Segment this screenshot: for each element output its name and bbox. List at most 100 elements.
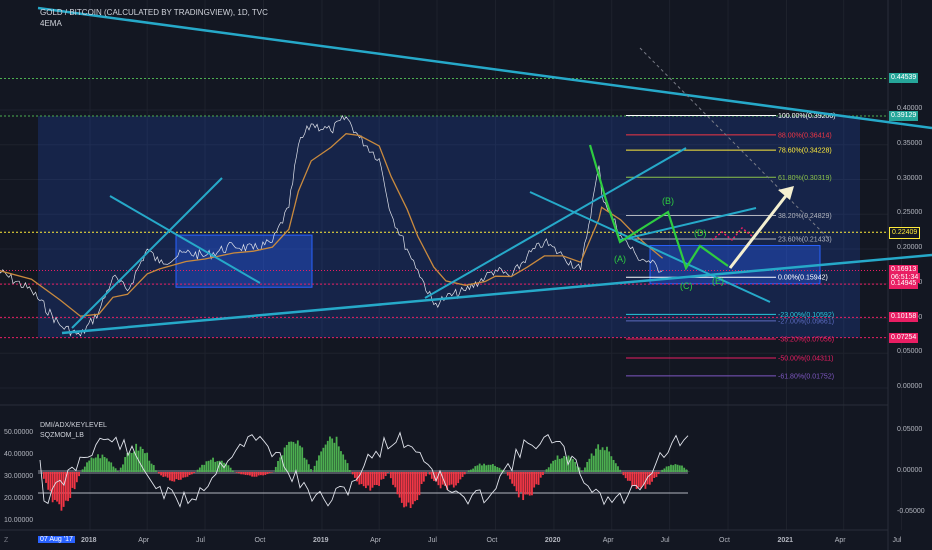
osc-histogram-bar xyxy=(422,472,425,482)
chart-root[interactable]: 100.00%(0.39206) 88.00%(0.36414) 78.60%(0.… xyxy=(0,0,932,550)
osc-histogram-bar xyxy=(637,472,640,488)
osc-histogram-bar xyxy=(329,436,331,472)
osc-histogram-bar xyxy=(378,472,381,486)
osc-histogram-bar xyxy=(193,472,195,474)
price-tag: 0.22409 xyxy=(889,227,921,240)
osc-histogram-bar xyxy=(498,467,501,472)
osc-histogram-bar xyxy=(344,459,347,472)
osc-right-tick: -0.05000 xyxy=(897,508,925,515)
price-tag: 0.44539 xyxy=(889,73,919,84)
osc-histogram-bar xyxy=(105,458,108,472)
osc-histogram-bar xyxy=(469,469,472,472)
osc-histogram-bar xyxy=(81,469,84,472)
osc-histogram-bar xyxy=(428,472,431,475)
osc-histogram-bar xyxy=(626,472,629,481)
osc-histogram-bar xyxy=(373,472,376,486)
fib-level-label: -61.80%(0.01752) xyxy=(778,373,834,380)
osc-histogram-bar xyxy=(584,467,586,472)
osc-histogram-bar xyxy=(676,464,679,472)
osc-histogram-bar xyxy=(463,472,466,475)
osc-histogram-bar xyxy=(622,472,625,476)
osc-histogram-bar xyxy=(371,472,374,488)
osc-histogram-bar xyxy=(522,472,525,501)
osc-histogram-bar xyxy=(188,472,191,475)
fib-level-label: 38.20%(0.24829) xyxy=(778,213,832,220)
osc-histogram-bar xyxy=(389,472,392,479)
price-chart[interactable]: 100.00%(0.39206)88.00%(0.36414)78.60%(0.… xyxy=(0,0,932,550)
zoom-button[interactable]: Z xyxy=(4,537,8,544)
osc-histogram-bar xyxy=(262,472,265,476)
osc-histogram-bar xyxy=(547,467,550,472)
osc-histogram-bar xyxy=(173,472,176,482)
osc-histogram-bar xyxy=(246,472,249,476)
osc-histogram-bar xyxy=(112,466,115,472)
osc-histogram-bar xyxy=(205,461,208,472)
osc-histogram-bar xyxy=(322,447,325,472)
osc-histogram-bar xyxy=(160,472,162,476)
osc-histogram-bar xyxy=(196,469,199,472)
osc-histogram-bar xyxy=(42,472,45,479)
osc-left-tick: 30.00000 xyxy=(4,473,34,480)
osc-histogram-bar xyxy=(588,458,591,472)
osc-histogram-bar xyxy=(214,461,217,472)
osc-histogram-bar xyxy=(640,472,642,489)
x-date-badge: 07 Aug '17 xyxy=(38,536,75,543)
osc-histogram-bar xyxy=(285,444,288,472)
osc-histogram-bar xyxy=(73,472,76,490)
osc-histogram-bar xyxy=(162,472,165,477)
osc-histogram-bar xyxy=(478,463,481,472)
osc-histogram-bar xyxy=(556,455,559,472)
osc-histogram-bar xyxy=(348,469,351,472)
osc-histogram-bar xyxy=(476,465,479,472)
x-tick-label: 2018 xyxy=(81,537,97,544)
osc-histogram-bar xyxy=(369,472,372,491)
osc-left-tick: 40.00000 xyxy=(4,451,34,458)
osc-histogram-bar xyxy=(103,457,106,472)
osc-histogram-bar xyxy=(235,472,238,473)
osc-histogram-bar xyxy=(45,472,47,483)
chart-title: GOLD / BITCOIN (CALCULATED BY TRADINGVIE… xyxy=(40,8,268,17)
osc-histogram-bar xyxy=(367,472,370,486)
osc-histogram-bar xyxy=(418,472,421,496)
osc-histogram-bar xyxy=(681,465,683,472)
osc-histogram-bar xyxy=(599,449,602,472)
osc-histogram-bar xyxy=(128,452,131,472)
osc-histogram-bar xyxy=(296,440,299,472)
osc-histogram-bar xyxy=(430,472,433,479)
x-tick-label: Jul xyxy=(892,537,902,544)
fib-level-label: -50.00%(0.04311) xyxy=(778,356,834,363)
x-tick-label: Oct xyxy=(486,537,498,544)
x-tick-label: Jul xyxy=(196,537,205,544)
osc-histogram-bar xyxy=(489,464,492,472)
osc-histogram-bar xyxy=(459,472,462,480)
osc-histogram-bar xyxy=(139,446,142,472)
osc-histogram-bar xyxy=(60,472,63,511)
osc-histogram-bar xyxy=(342,454,345,472)
osc-histogram-bar xyxy=(603,450,606,472)
fib-level-label: 23.60%(0.21433) xyxy=(778,237,832,244)
osc-histogram-bar xyxy=(49,472,52,492)
osc-histogram-bar xyxy=(614,463,617,472)
osc-histogram-bar xyxy=(552,460,555,472)
osc-histogram-bar xyxy=(212,457,214,472)
osc-histogram-bar xyxy=(411,472,414,505)
osc-histogram-bar xyxy=(685,469,688,472)
fib-level-label: -27.00%(0.09661) xyxy=(778,318,834,325)
osc-histogram-bar xyxy=(561,458,563,472)
y-tick-label: 0.00000 xyxy=(897,383,923,390)
osc-histogram-bar xyxy=(511,472,514,484)
osc-histogram-bar xyxy=(119,467,122,472)
osc-histogram-bar xyxy=(150,463,153,472)
osc-histogram-bar xyxy=(487,464,490,472)
osc-histogram-bar xyxy=(184,472,187,478)
osc-histogram-bar xyxy=(537,472,540,485)
y-tick-label: 0.30000 xyxy=(897,174,923,182)
osc-histogram-bar xyxy=(409,472,412,509)
fib-level-label: 0.00%(0.15942) xyxy=(778,275,828,282)
osc-histogram-bar xyxy=(606,446,608,472)
osc-histogram-bar xyxy=(101,454,104,472)
osc-histogram-bar xyxy=(483,463,485,472)
osc-histogram-bar xyxy=(414,472,416,502)
osc-histogram-bar xyxy=(403,472,405,508)
osc-histogram-bar xyxy=(277,460,279,472)
